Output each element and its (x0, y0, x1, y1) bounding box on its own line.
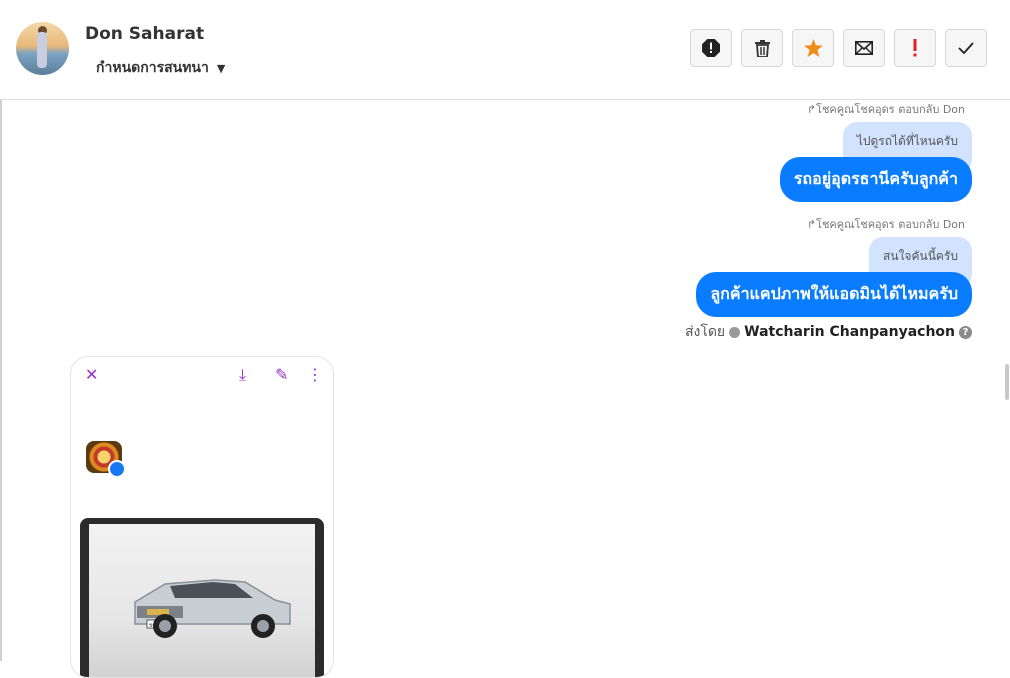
car-photo: ขต 4519 (89, 524, 315, 677)
sent-by: ส่งโดย Watcharin Chanpanyachon ? (685, 321, 972, 343)
octagon-exclamation-icon (702, 39, 720, 57)
assign-conversation-dropdown[interactable]: กำหนดการสนทนา ▼ (96, 57, 225, 79)
follow-up-button[interactable] (894, 29, 936, 67)
close-icon: ✕ (85, 365, 99, 384)
spam-button[interactable] (690, 29, 732, 67)
pickup-truck-image: ขต 4519 (134, 579, 291, 638)
assign-label: กำหนดการสนทนา (96, 60, 209, 76)
photo-frame: ขต 4519 (80, 518, 324, 677)
mark-unread-button[interactable] (843, 29, 885, 67)
messenger-badge-icon (108, 460, 126, 478)
done-button[interactable] (945, 29, 987, 67)
delete-button[interactable] (741, 29, 783, 67)
action-toolbar (690, 29, 987, 67)
conversation-header: Don Saharat กำหนดการสนทนา ▼ (0, 0, 1010, 100)
avatar[interactable] (16, 22, 69, 75)
sender-name[interactable]: Watcharin Chanpanyachon (744, 324, 955, 340)
envelope-icon (855, 41, 873, 55)
verified-icon (729, 326, 741, 338)
exclamation-icon (913, 39, 917, 57)
star-icon (803, 39, 823, 57)
message-bubble[interactable]: รถอยู่อุดรธานีครับลูกค้า (779, 157, 972, 202)
caret-down-icon: ▼ (216, 61, 226, 75)
image-attachment[interactable]: ✕ ⤓ ✎ ⋮ ขต 4519 (70, 356, 334, 678)
message-bubble[interactable]: ลูกค้าแคปภาพให้แอดมินได้ไหมครับ (696, 272, 972, 317)
more-vertical-icon: ⋮ (307, 365, 323, 384)
trash-icon (754, 39, 770, 57)
sent-by-label: ส่งโดย (684, 324, 726, 340)
help-icon[interactable]: ? (959, 325, 972, 339)
scrollbar-thumb[interactable] (1005, 364, 1009, 400)
reply-meta: ↱โชคคูณโชคอุดร ตอบกลับ Don (806, 103, 965, 116)
star-button[interactable] (792, 29, 834, 67)
reply-meta: ↱โชคคูณโชคอุดร ตอบกลับ Don (806, 218, 965, 231)
contact-name[interactable]: Don Saharat (85, 24, 204, 44)
download-icon: ⤓ (239, 365, 247, 384)
edit-icon: ✎ (275, 365, 289, 384)
check-icon (958, 42, 974, 54)
